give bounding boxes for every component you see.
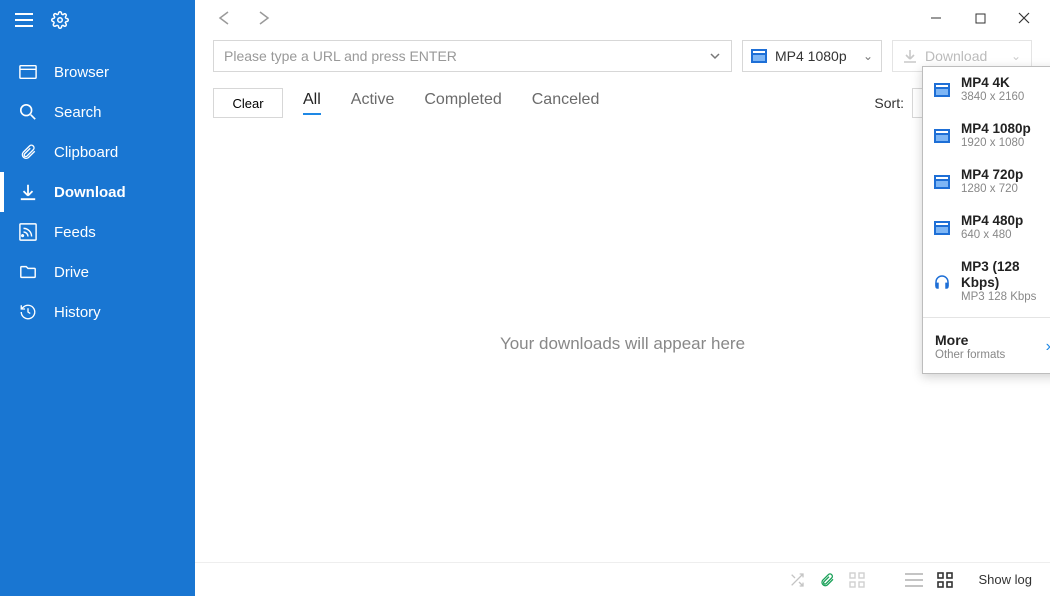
show-log-link[interactable]: Show log: [979, 572, 1032, 587]
settings-icon[interactable]: [50, 10, 70, 30]
nav-back-button[interactable]: [213, 7, 235, 29]
nav-forward-button[interactable]: [253, 7, 275, 29]
sidebar: Browser Search Clipboard Download Feeds …: [0, 0, 195, 596]
format-select[interactable]: MP4 1080p ⌄: [742, 40, 882, 72]
browser-icon: [18, 62, 38, 82]
video-icon: [751, 49, 767, 63]
sidebar-item-search[interactable]: Search: [0, 92, 195, 132]
tab-completed[interactable]: Completed: [424, 91, 501, 115]
download-icon: [18, 182, 38, 202]
sidebar-item-download[interactable]: Download: [0, 172, 195, 212]
paperclip-icon: [18, 142, 38, 162]
empty-state-message: Your downloads will appear here: [500, 334, 745, 354]
chevron-down-icon: ⌄: [863, 49, 873, 63]
chevron-down-icon[interactable]: [709, 50, 721, 62]
paperclip-icon[interactable]: [819, 572, 835, 588]
shuffle-icon[interactable]: [789, 572, 805, 588]
statusbar: Show log: [195, 562, 1050, 596]
download-button-label: Download: [925, 48, 987, 64]
video-icon: [933, 173, 951, 191]
sidebar-item-browser[interactable]: Browser: [0, 52, 195, 92]
sidebar-item-history[interactable]: History: [0, 292, 195, 332]
clear-button[interactable]: Clear: [213, 88, 283, 118]
sidebar-item-label: Feeds: [54, 224, 96, 241]
sidebar-item-label: Clipboard: [54, 144, 118, 161]
list-view-icon[interactable]: [905, 573, 923, 587]
video-icon: [933, 219, 951, 237]
apps-icon[interactable]: [849, 572, 865, 588]
url-placeholder: Please type a URL and press ENTER: [224, 48, 457, 64]
url-input[interactable]: Please type a URL and press ENTER: [213, 40, 732, 72]
main-area: Please type a URL and press ENTER MP4 10…: [195, 0, 1050, 596]
hamburger-icon[interactable]: [14, 10, 34, 30]
window-close-button[interactable]: [1004, 4, 1044, 32]
format-selected-label: MP4 1080p: [775, 48, 855, 64]
format-option-1080p[interactable]: MP4 1080p1920 x 1080: [923, 113, 1050, 159]
filter-tabs: All Active Completed Canceled: [303, 91, 599, 115]
grid-view-icon[interactable]: [937, 572, 953, 588]
search-icon: [18, 102, 38, 122]
separator: [923, 317, 1050, 318]
sidebar-item-drive[interactable]: Drive: [0, 252, 195, 292]
tab-active[interactable]: Active: [351, 91, 395, 115]
folder-icon: [18, 262, 38, 282]
chevron-right-icon: ›: [1046, 338, 1050, 356]
sidebar-item-label: Browser: [54, 64, 109, 81]
sidebar-item-label: Drive: [54, 264, 89, 281]
window-maximize-button[interactable]: [960, 4, 1000, 32]
sidebar-item-label: Search: [54, 104, 102, 121]
chevron-down-icon: ⌄: [1011, 49, 1021, 63]
tab-canceled[interactable]: Canceled: [532, 91, 600, 115]
format-dropdown: MP4 4K3840 x 2160 MP4 1080p1920 x 1080 M…: [922, 66, 1050, 374]
video-icon: [933, 127, 951, 145]
sidebar-item-label: Download: [54, 184, 126, 201]
sidebar-item-clipboard[interactable]: Clipboard: [0, 132, 195, 172]
sidebar-item-feeds[interactable]: Feeds: [0, 212, 195, 252]
format-option-480p[interactable]: MP4 480p640 x 480: [923, 205, 1050, 251]
history-icon: [18, 302, 38, 322]
download-icon: [903, 49, 917, 63]
format-option-4k[interactable]: MP4 4K3840 x 2160: [923, 67, 1050, 113]
rss-icon: [18, 222, 38, 242]
sidebar-item-label: History: [54, 304, 101, 321]
format-option-more[interactable]: MoreOther formats ›: [923, 322, 1050, 373]
format-option-720p[interactable]: MP4 720p1280 x 720: [923, 159, 1050, 205]
format-option-mp3[interactable]: MP3 (128 Kbps)MP3 128 Kbps: [923, 251, 1050, 313]
window-minimize-button[interactable]: [916, 4, 956, 32]
titlebar: [195, 0, 1050, 36]
video-icon: [933, 81, 951, 99]
sort-label: Sort:: [874, 95, 904, 111]
headphones-icon: [933, 273, 951, 291]
tab-all[interactable]: All: [303, 91, 321, 115]
